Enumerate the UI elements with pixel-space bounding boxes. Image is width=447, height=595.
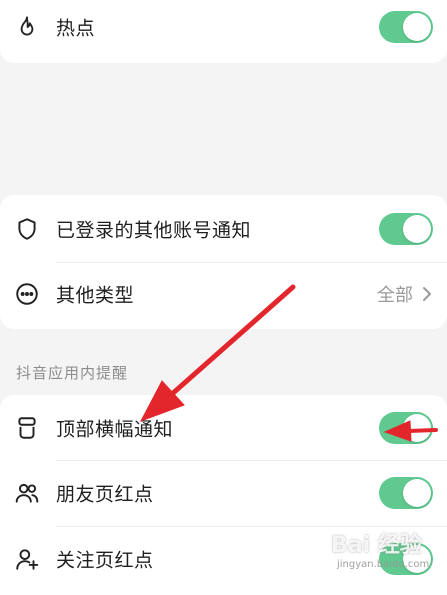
account-settings-card: 已登录的其他账号通知 其他类型 全部	[0, 195, 447, 329]
follow-icon	[14, 546, 40, 572]
friends-icon	[14, 480, 40, 506]
toggle-knob	[403, 414, 431, 442]
row-follow-dot-label: 关注页红点	[56, 549, 154, 572]
row-friends-dot-label: 朋友页红点	[56, 483, 154, 506]
row-other-types-label: 其他类型	[56, 284, 135, 307]
in-app-settings-card: 顶部横幅通知 朋友页红点 关注页红点	[0, 395, 447, 595]
flame-icon	[14, 14, 40, 40]
row-other-accounts-label: 已登录的其他账号通知	[56, 219, 252, 242]
row-hot[interactable]: 热点	[0, 0, 447, 59]
shield-icon	[14, 216, 40, 242]
row-other-types[interactable]: 其他类型 全部	[0, 262, 447, 326]
section-title: 抖音应用内提醒	[16, 364, 129, 382]
toggle-knob	[403, 13, 431, 41]
toggle-knob	[403, 479, 431, 507]
other-accounts-toggle[interactable]	[379, 213, 433, 245]
top-settings-card: 热点	[0, 0, 447, 63]
row-follow-dot[interactable]: 关注页红点	[0, 527, 447, 591]
banner-icon	[14, 415, 40, 441]
chevron-right-icon	[421, 285, 433, 303]
row-friends-dot[interactable]: 朋友页红点	[0, 461, 447, 525]
row-hot-label: 热点	[56, 17, 96, 40]
more-circle-icon	[14, 281, 40, 307]
other-types-value: 全部	[377, 285, 413, 306]
toggle-knob	[403, 215, 431, 243]
row-top-banner[interactable]: 顶部横幅通知	[0, 396, 447, 460]
top-banner-toggle[interactable]	[379, 412, 433, 444]
follow-dot-toggle[interactable]	[379, 543, 433, 575]
hot-toggle[interactable]	[379, 11, 433, 43]
row-other-accounts[interactable]: 已登录的其他账号通知	[0, 197, 447, 261]
toggle-knob	[403, 545, 431, 573]
row-top-banner-label: 顶部横幅通知	[56, 418, 174, 441]
friends-dot-toggle[interactable]	[379, 477, 433, 509]
